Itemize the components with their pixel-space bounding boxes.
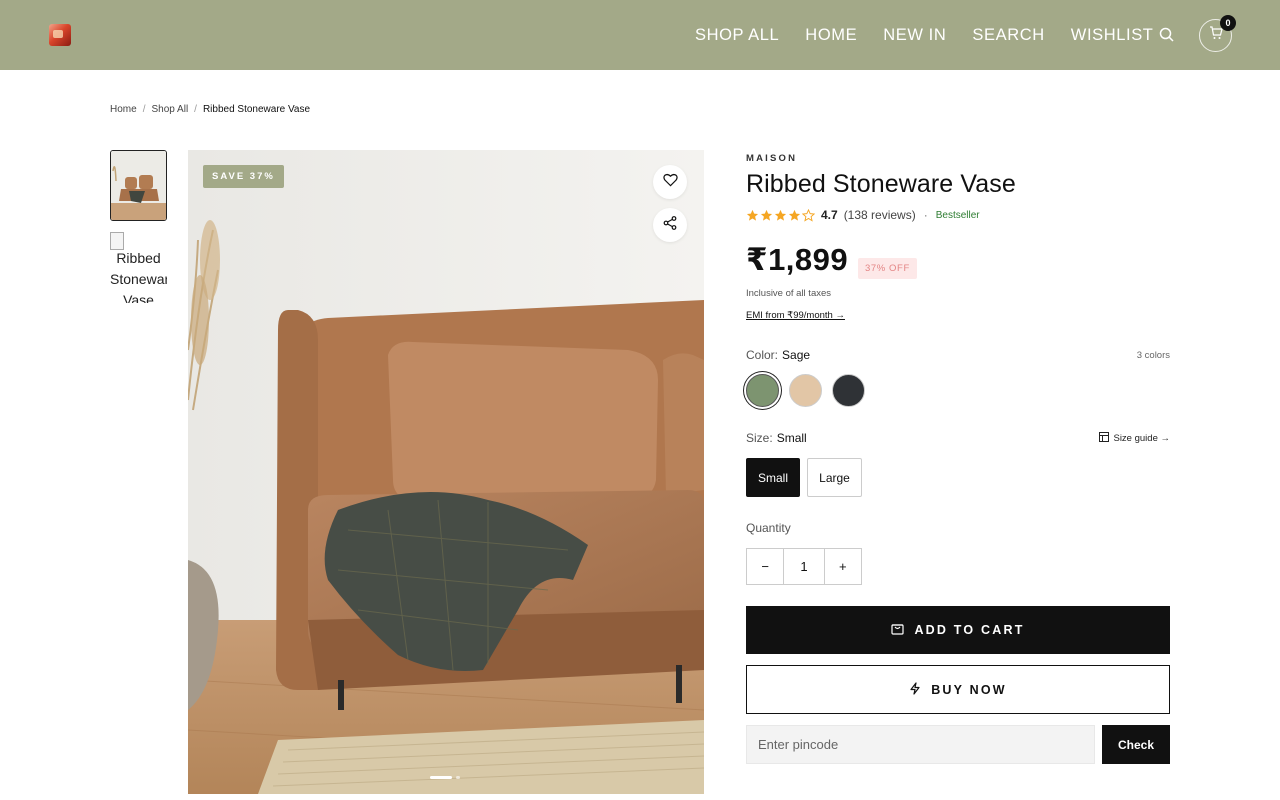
size-guide-text: Size guide → bbox=[1113, 433, 1170, 444]
breadcrumb-home[interactable]: Home bbox=[110, 104, 137, 115]
heart-icon bbox=[662, 173, 678, 192]
site-header: SHOP ALL HOME NEW IN SEARCH WISHLIST 0 bbox=[0, 0, 1280, 70]
breadcrumb-separator: / bbox=[142, 104, 146, 115]
image-dot-active[interactable] bbox=[430, 776, 452, 779]
bag-icon bbox=[891, 622, 905, 638]
quantity-value[interactable]: 1 bbox=[783, 549, 825, 584]
nav-shop-all[interactable]: SHOP ALL bbox=[695, 24, 779, 46]
rating-row: 4.7 (138 reviews) · Bestseller bbox=[746, 208, 980, 222]
tax-note: Inclusive of all taxes bbox=[746, 288, 832, 299]
product-photo bbox=[188, 150, 704, 794]
wishlist-button[interactable] bbox=[653, 165, 687, 199]
size-label-text: Size: bbox=[746, 431, 773, 445]
discount-badge: 37% OFF bbox=[858, 258, 917, 279]
colors-count: 3 colors bbox=[1136, 350, 1170, 361]
main-nav: SHOP ALL HOME NEW IN SEARCH WISHLIST bbox=[695, 24, 1180, 46]
rating-separator: · bbox=[923, 208, 928, 222]
bestseller-badge: Bestseller bbox=[935, 209, 980, 221]
broken-image-icon bbox=[110, 232, 124, 250]
search-icon[interactable] bbox=[1158, 26, 1176, 44]
store-logo[interactable] bbox=[49, 24, 71, 46]
star-filled-icon bbox=[774, 209, 787, 221]
size-label: Size: Small bbox=[746, 431, 807, 445]
selected-color: Sage bbox=[782, 348, 811, 362]
breadcrumb-current: Ribbed Stoneware Vase bbox=[202, 104, 311, 115]
cart-icon bbox=[1209, 26, 1223, 45]
thumbnail-1[interactable] bbox=[110, 150, 167, 221]
color-swatch-sage[interactable] bbox=[746, 374, 779, 407]
nav-search[interactable]: SEARCH bbox=[972, 24, 1044, 46]
star-filled-icon bbox=[788, 209, 801, 221]
quantity-decrease-button[interactable]: − bbox=[747, 549, 783, 584]
product-price: ₹1,899 bbox=[746, 242, 849, 277]
rating-stars bbox=[746, 208, 815, 222]
check-pincode-button[interactable]: Check bbox=[1102, 725, 1170, 764]
quantity-increase-button[interactable]: + bbox=[825, 549, 861, 584]
review-count[interactable]: (138 reviews) bbox=[844, 208, 916, 222]
breadcrumb-shop-all[interactable]: Shop All bbox=[151, 104, 188, 115]
color-swatches bbox=[746, 374, 865, 407]
add-to-cart-label: ADD TO CART bbox=[914, 623, 1025, 637]
color-label-text: Color: bbox=[746, 348, 779, 362]
quantity-stepper: − 1 + bbox=[746, 548, 862, 585]
share-icon bbox=[663, 215, 677, 235]
size-options: Small Large bbox=[746, 458, 862, 497]
size-option-small[interactable]: Small bbox=[746, 458, 800, 497]
product-title: Ribbed Stoneware Vase bbox=[746, 170, 1016, 198]
color-label: Color: Sage bbox=[746, 348, 810, 362]
star-empty-icon bbox=[802, 208, 815, 222]
buy-now-label: BUY NOW bbox=[931, 682, 1007, 697]
color-swatch-sand[interactable] bbox=[789, 374, 822, 407]
lightning-icon bbox=[909, 681, 921, 698]
nav-home[interactable]: HOME bbox=[805, 24, 857, 46]
nav-wishlist[interactable]: WISHLIST bbox=[1071, 24, 1154, 46]
size-guide-link[interactable]: Size guide → bbox=[1099, 432, 1170, 445]
share-button[interactable] bbox=[653, 208, 687, 242]
breadcrumb: Home / Shop All / Ribbed Stoneware Vase bbox=[110, 104, 310, 115]
image-dot[interactable] bbox=[456, 776, 460, 779]
ruler-icon bbox=[1099, 432, 1110, 445]
add-to-cart-button[interactable]: ADD TO CART bbox=[746, 606, 1170, 654]
quantity-label: Quantity bbox=[746, 521, 791, 535]
cart-count-badge: 0 bbox=[1220, 15, 1236, 31]
star-filled-icon bbox=[760, 209, 773, 221]
size-option-large[interactable]: Large bbox=[807, 458, 862, 497]
color-swatch-charcoal[interactable] bbox=[832, 374, 865, 407]
star-filled-icon bbox=[746, 209, 759, 221]
emi-link[interactable]: EMI from ₹99/month → bbox=[746, 310, 845, 321]
product-brand: MAISON bbox=[746, 153, 798, 164]
pincode-input[interactable] bbox=[746, 725, 1095, 764]
nav-new-in[interactable]: NEW IN bbox=[883, 24, 946, 46]
image-pagination bbox=[430, 776, 460, 779]
buy-now-button[interactable]: BUY NOW bbox=[746, 665, 1170, 714]
product-main-image[interactable]: SAVE 37% bbox=[188, 150, 704, 794]
breadcrumb-separator: / bbox=[194, 104, 197, 115]
save-badge: SAVE 37% bbox=[203, 165, 284, 188]
rating-value: 4.7 bbox=[821, 208, 838, 222]
thumbnail-2[interactable]: Ribbed Stoneware Vase bbox=[110, 232, 167, 303]
selected-size: Small bbox=[776, 431, 807, 445]
